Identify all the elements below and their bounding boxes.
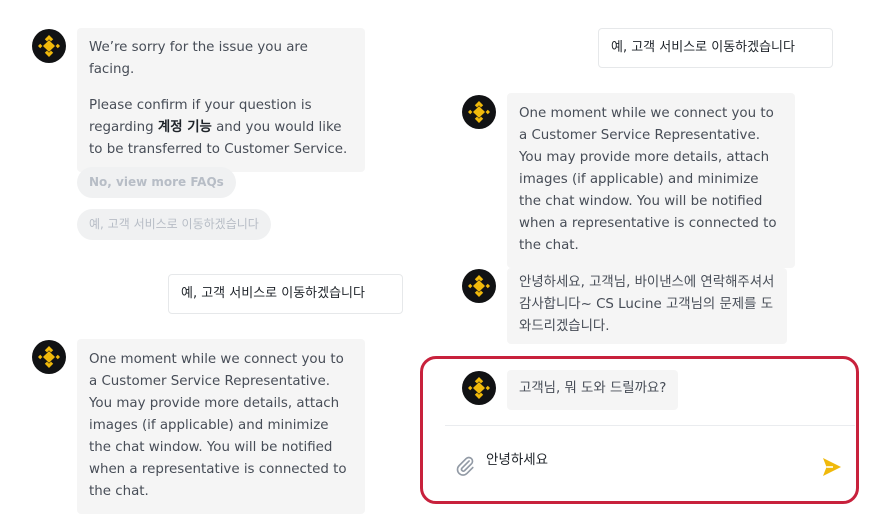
binance-logo-icon — [32, 340, 66, 374]
bot-message: One moment while we connect you to a Cus… — [507, 93, 795, 268]
paperclip-icon[interactable] — [454, 455, 476, 477]
bot-message-text: Please confirm if your question is regar… — [89, 98, 348, 157]
message-input[interactable] — [486, 444, 806, 472]
binance-logo-icon — [462, 95, 496, 129]
user-message: 예, 고객 서비스로 이동하겠습니다 — [598, 28, 833, 68]
binance-logo-icon — [462, 371, 496, 405]
quick-reply-transfer[interactable]: 예, 고객 서비스로 이동하겠습니다 — [77, 209, 271, 240]
binance-logo-icon — [462, 269, 496, 303]
bot-message-text: We’re sorry for the issue you are facing… — [89, 40, 308, 77]
highlighted-term: 계정 기능 — [157, 120, 212, 135]
quick-reply-no-faqs[interactable]: No, view more FAQs — [77, 167, 236, 198]
chat-panel-left: We’re sorry for the issue you are facing… — [0, 0, 420, 516]
user-message: 예, 고객 서비스로 이동하겠습니다 — [168, 274, 403, 314]
bot-message: One moment while we connect you to a Cus… — [77, 339, 365, 514]
composer-divider — [445, 425, 855, 426]
agent-message: 고객님, 뭐 도와 드릴까요? — [507, 370, 679, 410]
send-icon — [823, 458, 841, 476]
agent-message: 안녕하세요, 고객님, 바이낸스에 연락해주셔서 감사합니다~ CS Lucin… — [507, 268, 787, 344]
binance-logo-icon — [32, 29, 66, 63]
send-button[interactable] — [820, 455, 844, 479]
bot-message: We’re sorry for the issue you are facing… — [77, 28, 365, 172]
